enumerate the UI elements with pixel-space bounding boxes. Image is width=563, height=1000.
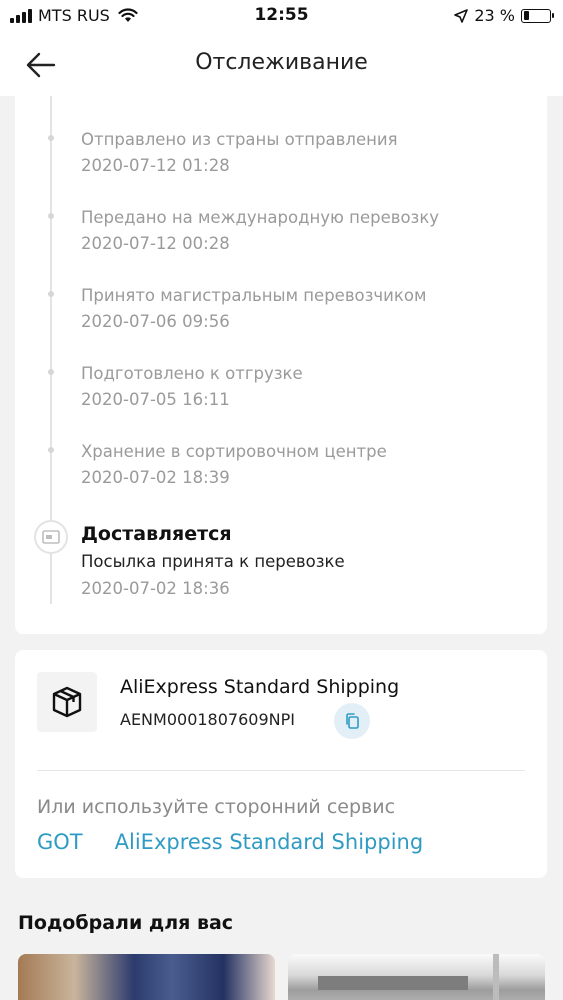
event-text: Хранение в сортировочном центре [81, 442, 387, 461]
battery-icon [521, 8, 554, 23]
copy-icon [346, 713, 359, 729]
current-event-title: Доставляется [81, 523, 232, 545]
shipping-service-name: AliExpress Standard Shipping [120, 676, 400, 698]
timeline-dot [48, 291, 54, 297]
timeline-dot [48, 447, 54, 453]
copy-tracking-button[interactable] [334, 703, 370, 739]
product-card[interactable] [18, 954, 275, 1000]
shipping-box-container [37, 672, 97, 732]
third-party-service-label: Или используйте сторонний сервис [37, 796, 396, 818]
product-card[interactable] [288, 954, 545, 1000]
timeline-dot [48, 369, 54, 375]
timeline-event: Передано на международную перевозку 2020… [81, 205, 527, 257]
event-date: 2020-07-02 18:39 [81, 468, 230, 487]
battery-percent: 23 % [474, 6, 515, 25]
product-image [493, 954, 499, 1000]
recommendations-title: Подобрали для вас [18, 912, 234, 934]
divider [37, 770, 525, 771]
top-app-bar: Отслеживание [0, 32, 563, 96]
location-arrow-icon [454, 8, 469, 23]
current-event: Доставляется Посылка принята к перевозке… [81, 520, 527, 602]
status-bar-right: 23 % [454, 6, 554, 25]
event-date: 2020-07-06 09:56 [81, 312, 230, 331]
third-party-links: GOT AliExpress Standard Shipping [37, 830, 423, 854]
timeline-event: Хранение в сортировочном центре 2020-07-… [81, 439, 527, 491]
timeline-event: Подготовлено к отгрузке 2020-07-05 16:11 [81, 361, 527, 413]
timeline-dot [48, 213, 54, 219]
event-date: 2020-07-12 01:28 [81, 156, 230, 175]
timeline-dot [48, 135, 54, 141]
link-aliexpress-shipping[interactable]: AliExpress Standard Shipping [115, 830, 424, 854]
timeline-event: Принято магистральным перевозчиком 2020-… [81, 283, 527, 335]
status-bar: MTS RUS 12:55 23 % [0, 0, 563, 32]
timeline-event: Отправлено из страны отправления 2020-07… [81, 127, 527, 179]
event-date: 2020-07-12 00:28 [81, 234, 230, 253]
current-event-text: Посылка принята к перевозке [81, 552, 345, 571]
event-text: Подготовлено к отгрузке [81, 364, 303, 383]
event-text: Принято магистральным перевозчиком [81, 286, 427, 305]
current-status-marker [34, 520, 68, 554]
page-title: Отслеживание [195, 50, 368, 75]
tracking-number[interactable]: AENM0001807609NPI [120, 710, 295, 729]
event-text: Передано на международную перевозку [81, 208, 440, 227]
event-date: 2020-07-05 16:11 [81, 390, 230, 409]
event-text: Отправлено из страны отправления [81, 130, 398, 149]
tracking-timeline: Отправлено из страны отправления 2020-07… [15, 96, 547, 634]
link-got[interactable]: GOT [37, 830, 83, 854]
product-image [318, 976, 468, 990]
shipping-info-card: AliExpress Standard Shipping AENM0001807… [15, 650, 547, 878]
current-event-date: 2020-07-02 18:36 [81, 579, 230, 598]
box-icon [52, 686, 82, 718]
package-card-icon [42, 530, 60, 544]
